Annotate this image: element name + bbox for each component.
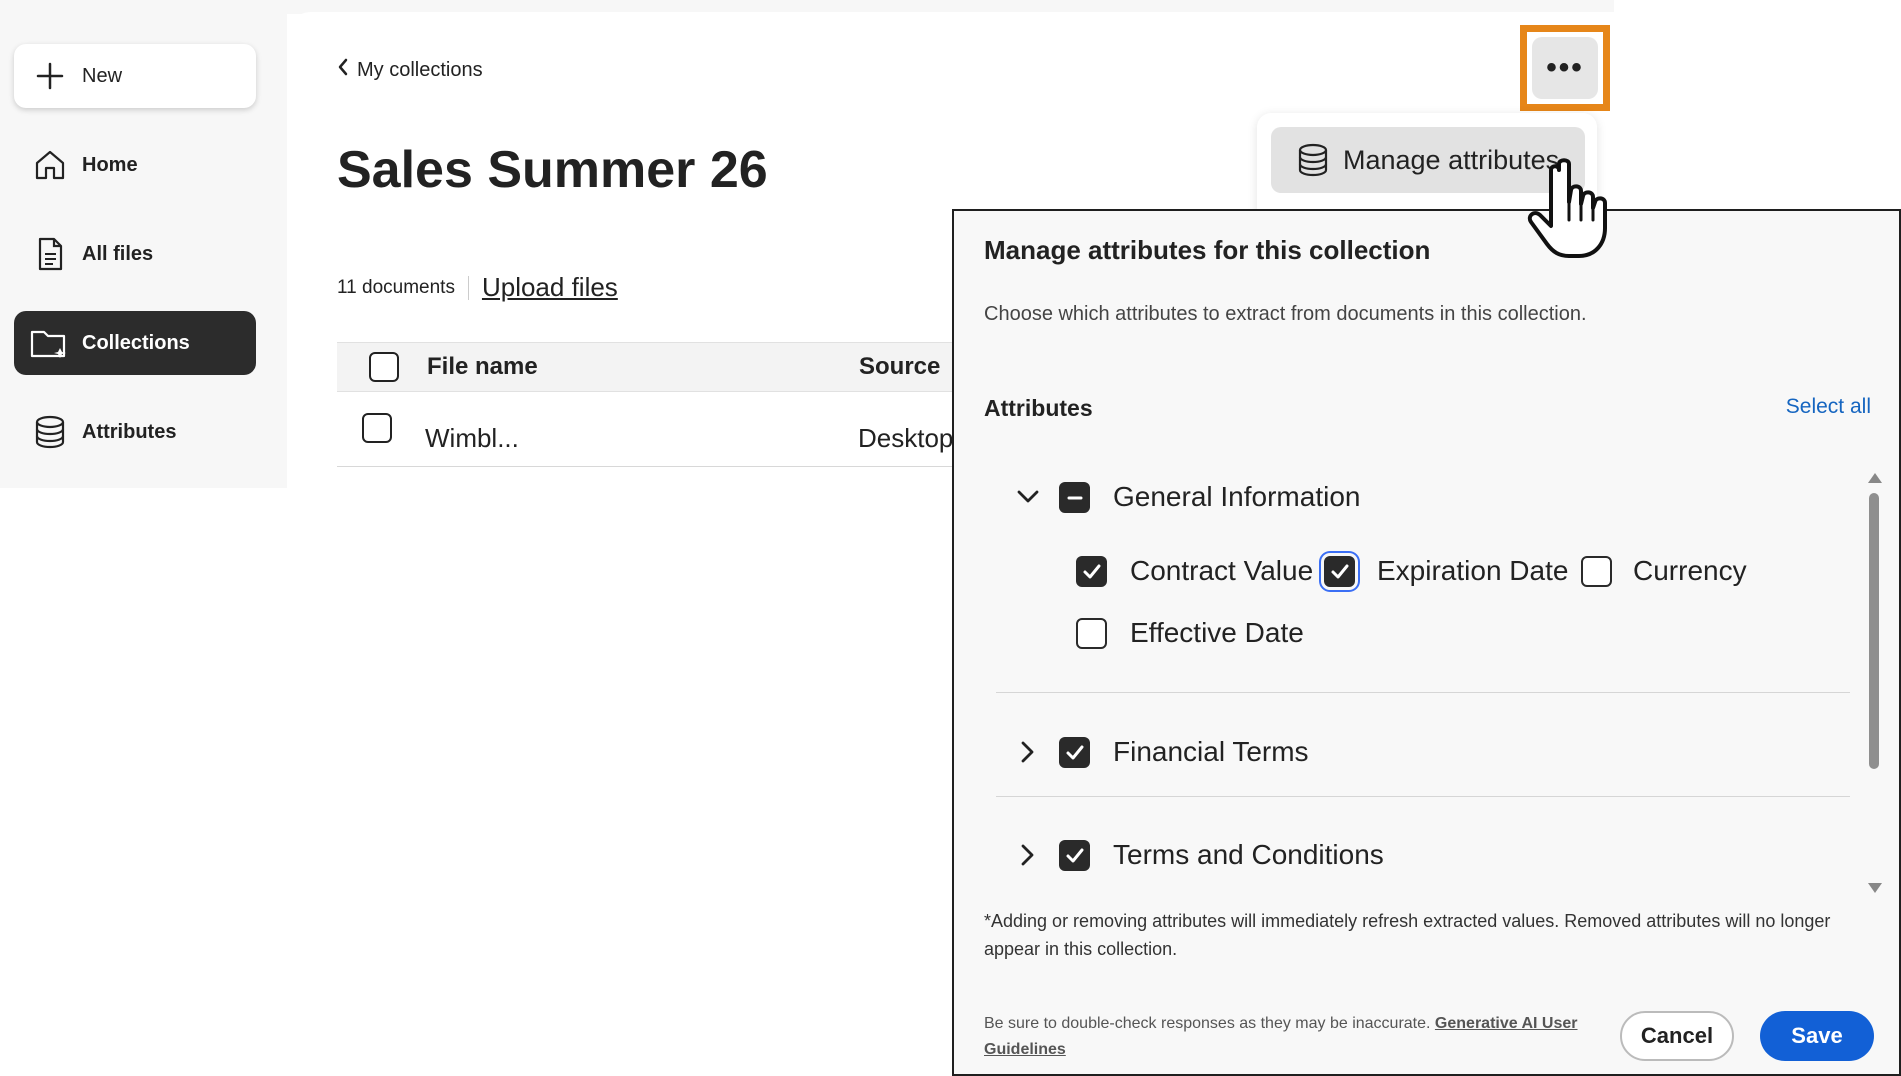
doc-count-row: 11 documents Upload files — [337, 272, 618, 303]
group-checkbox-general-information[interactable] — [1059, 482, 1090, 513]
refresh-note: *Adding or removing attributes will imme… — [984, 911, 1831, 959]
document-icon — [30, 234, 70, 274]
select-all-checkbox[interactable] — [369, 352, 399, 382]
sidebar-item-all-files[interactable]: All files — [14, 222, 256, 286]
select-all-link[interactable]: Select all — [1786, 395, 1871, 419]
chevron-left-icon — [337, 58, 349, 82]
sidebar-item-attributes[interactable]: Attributes — [14, 400, 256, 464]
database-icon — [30, 412, 70, 452]
sidebar-item-label: All files — [82, 242, 154, 265]
dialog-description: Choose which attributes to extract from … — [984, 303, 1587, 325]
scrollbar-thumb[interactable] — [1869, 493, 1879, 769]
column-header-file-name[interactable]: File name — [427, 353, 538, 381]
divider — [996, 796, 1850, 797]
doc-count: 11 documents — [337, 276, 455, 298]
more-actions-button[interactable]: ••• — [1532, 37, 1598, 99]
save-button[interactable]: Save — [1760, 1011, 1874, 1061]
divider — [996, 692, 1850, 693]
chevron-right-icon[interactable] — [1016, 740, 1040, 764]
attribute-label: Effective Date — [1130, 617, 1304, 648]
attributes-heading: Attributes — [984, 395, 1093, 421]
ai-disclaimer: Be sure to double-check responses as the… — [984, 1011, 1584, 1063]
group-label: General Information — [1113, 481, 1361, 512]
home-icon — [30, 145, 70, 185]
chevron-right-icon[interactable] — [1016, 843, 1040, 867]
breadcrumb[interactable]: My collections — [337, 58, 483, 82]
group-label: Terms and Conditions — [1113, 839, 1384, 870]
scroll-up-arrow-icon[interactable] — [1868, 473, 1882, 483]
checkbox-expiration-date[interactable] — [1324, 556, 1355, 587]
table-row[interactable]: Wimbl... Desktop — [337, 393, 957, 467]
attributes-scrollbar[interactable] — [1867, 473, 1882, 893]
sidebar-item-label: Home — [82, 153, 138, 176]
database-icon — [1297, 143, 1329, 177]
group-checkbox-financial-terms[interactable] — [1059, 737, 1090, 768]
folder-icon — [30, 323, 70, 363]
scroll-down-arrow-icon[interactable] — [1868, 883, 1882, 893]
sidebar-item-collections[interactable]: Collections — [14, 311, 256, 375]
manage-attributes-dialog: Manage attributes for this collection Ch… — [952, 209, 1901, 1076]
divider — [467, 275, 469, 300]
attribute-label: Currency — [1633, 555, 1747, 586]
chevron-down-icon[interactable] — [1016, 485, 1040, 509]
attribute-label: Expiration Date — [1377, 555, 1569, 586]
plus-icon — [30, 56, 70, 96]
group-checkbox-terms-and-conditions[interactable] — [1059, 840, 1090, 871]
sidebar-item-label: Collections — [82, 331, 190, 354]
disclaimer-text: Be sure to double-check responses as the… — [984, 1015, 1431, 1032]
row-checkbox[interactable] — [362, 413, 392, 443]
upload-files-link[interactable]: Upload files — [482, 272, 618, 303]
file-name-cell[interactable]: Wimbl... — [425, 423, 519, 454]
source-cell: Desktop — [858, 423, 954, 453]
new-label: New — [82, 64, 123, 87]
attribute-label: Contract Value — [1130, 555, 1314, 586]
sidebar-item-label: Attributes — [82, 420, 177, 443]
sidebar-item-home[interactable]: Home — [14, 133, 256, 197]
breadcrumb-label: My collections — [357, 58, 483, 81]
hand-cursor-icon — [1527, 158, 1607, 258]
page-title: Sales Summer 26 — [337, 141, 768, 199]
column-header-source[interactable]: Source — [859, 353, 940, 381]
group-label: Financial Terms — [1113, 736, 1309, 767]
dialog-title: Manage attributes for this collection — [984, 235, 1431, 265]
table-header: File name Source — [337, 342, 957, 392]
new-button[interactable]: New — [14, 44, 256, 108]
cancel-button[interactable]: Cancel — [1620, 1011, 1734, 1061]
checkbox-effective-date[interactable] — [1076, 618, 1107, 649]
checkbox-contract-value[interactable] — [1076, 556, 1107, 587]
checkbox-currency[interactable] — [1581, 556, 1612, 587]
